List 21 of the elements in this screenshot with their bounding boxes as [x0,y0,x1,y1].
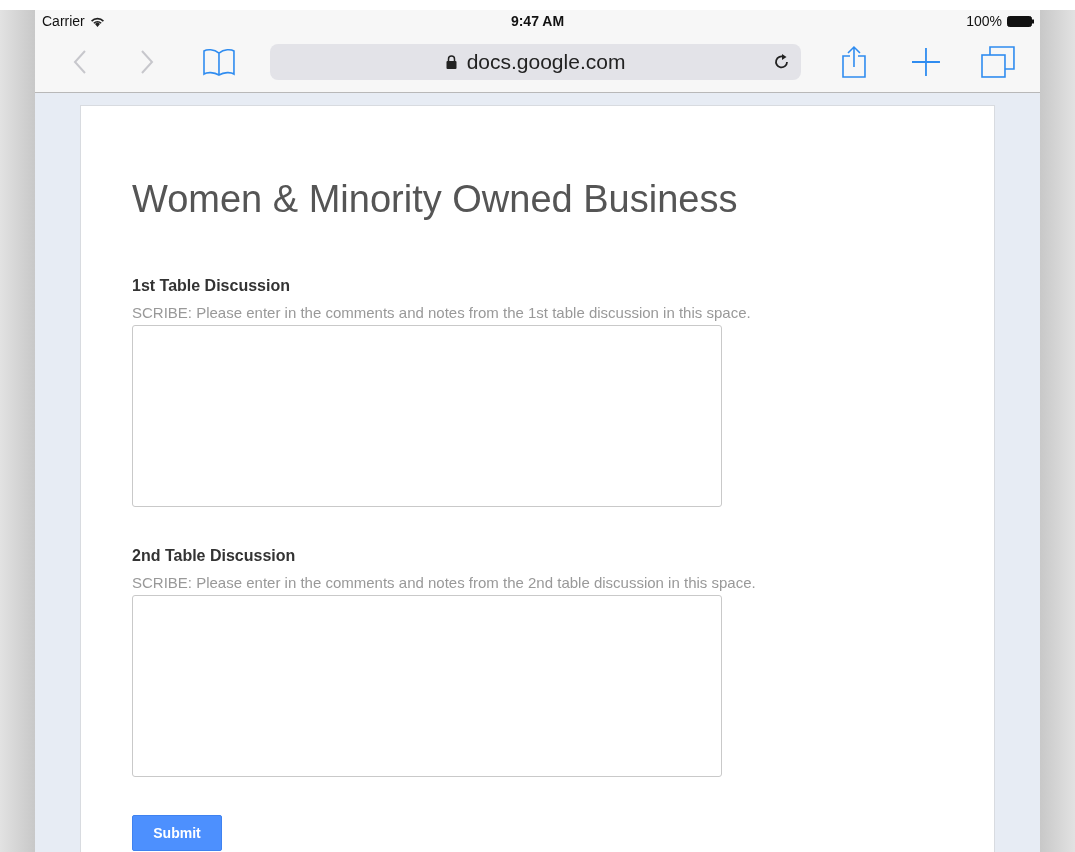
forward-icon[interactable] [140,49,154,75]
form-title: Women & Minority Owned Business [132,178,739,221]
lock-icon [445,55,457,69]
book-icon[interactable] [201,48,236,76]
wifi-icon [89,15,105,27]
address-bar[interactable]: docs.google.com [269,44,802,80]
battery-icon [1007,15,1034,27]
question-description: SCRIBE: Please enter in the comments and notes from the 2nd table discussion in this space. [132,574,756,591]
question-description: SCRIBE: Please enter in the comments and notes from the 1st table discussion in this space. [132,304,751,321]
url-text: docs.google.com [466,50,626,74]
plus-icon[interactable] [911,47,942,77]
back-icon[interactable] [73,49,87,75]
clock-time: 9:47 AM [510,13,565,29]
carrier-label: Carrier [42,13,85,29]
answer-field[interactable] [132,325,722,507]
tabs-icon[interactable] [981,46,1015,78]
share-icon[interactable] [841,45,868,79]
answer-field[interactable] [132,595,722,777]
battery-percent: 100% [966,13,1002,29]
question-label: 1st Table Discussion [132,277,290,295]
question-label: 2nd Table Discussion [132,547,296,565]
